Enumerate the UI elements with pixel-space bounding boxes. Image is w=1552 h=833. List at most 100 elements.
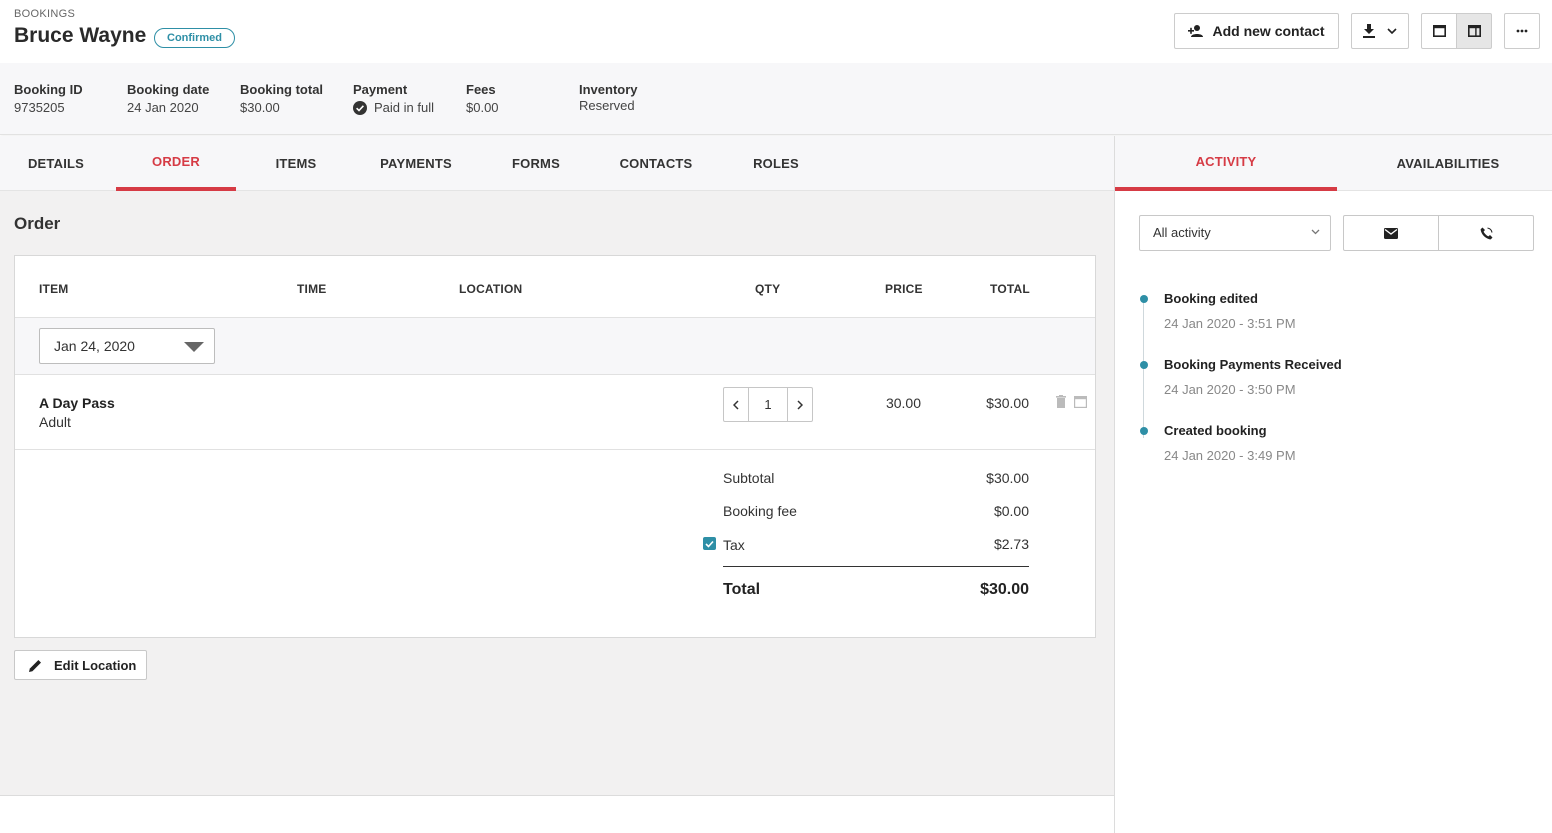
- column-header-time: TIME: [297, 282, 327, 296]
- phone-button[interactable]: [1438, 215, 1534, 251]
- qty-decrease-button[interactable]: [724, 388, 748, 421]
- grand-total-label: Total: [723, 581, 761, 598]
- quantity-stepper: 1: [723, 387, 813, 422]
- ellipsis-icon: [1516, 29, 1528, 33]
- page-title: Bruce Wayne: [14, 24, 147, 47]
- download-menu-button[interactable]: [1351, 13, 1409, 49]
- column-header-item: ITEM: [39, 282, 69, 296]
- booking-summary: Booking ID 9735205 Booking date 24 Jan 2…: [0, 63, 1552, 135]
- booking-fee-value: $0.00: [993, 503, 1029, 519]
- item-price: 30.00: [885, 395, 921, 411]
- tab-order[interactable]: ORDER: [116, 136, 236, 191]
- summary-booking-id: Booking ID 9735205: [14, 82, 83, 115]
- add-new-contact-button[interactable]: Add new contact: [1174, 13, 1339, 49]
- check-circle-icon: [353, 100, 367, 115]
- qty-increase-button[interactable]: [788, 388, 812, 421]
- payment-status-text: Paid in full: [374, 100, 434, 115]
- summary-label: Payment: [353, 82, 408, 97]
- tab-contacts[interactable]: CONTACTS: [596, 136, 716, 191]
- date-filter-value: Jan 24, 2020: [54, 338, 135, 354]
- panel-footer: [0, 795, 1114, 833]
- summary-label: Fees: [466, 82, 496, 97]
- summary-label: Booking total: [240, 82, 324, 97]
- split-view-button[interactable]: [1456, 13, 1492, 49]
- item-total: $30.00: [986, 395, 1029, 411]
- activity-event-time: 24 Jan 2020 - 3:50 PM: [1164, 382, 1296, 397]
- summary-value: Paid in full: [353, 100, 434, 115]
- breadcrumb[interactable]: BOOKINGS: [14, 8, 75, 20]
- chevron-right-icon: [797, 399, 803, 410]
- totals-divider: [723, 566, 1029, 567]
- pencil-icon: [29, 659, 41, 672]
- calendar-icon[interactable]: [1074, 395, 1088, 413]
- order-section-title: Order: [14, 214, 61, 233]
- summary-payment: Payment Paid in full: [353, 82, 434, 115]
- activity-filter-select[interactable]: All activity: [1139, 215, 1331, 251]
- timeline-dot: [1140, 427, 1148, 435]
- order-table: ITEM TIME LOCATION QTY PRICE TOTAL Jan 2…: [14, 255, 1096, 638]
- booking-fee-label: Booking fee: [723, 503, 797, 519]
- email-button[interactable]: [1343, 215, 1439, 251]
- tab-items[interactable]: ITEMS: [236, 136, 356, 191]
- summary-value: $0.00: [466, 100, 499, 115]
- timeline-dot: [1140, 295, 1148, 303]
- summary-booking-date: Booking date 24 Jan 2020: [127, 82, 209, 115]
- chevron-down-icon: [1387, 28, 1397, 34]
- activity-event-time: 24 Jan 2020 - 3:49 PM: [1164, 448, 1296, 463]
- summary-label: Inventory: [579, 82, 638, 97]
- tab-forms[interactable]: FORMS: [476, 136, 596, 191]
- chevron-left-icon: [733, 399, 739, 410]
- tab-details[interactable]: DETAILS: [0, 136, 116, 191]
- split-window-icon: [1467, 25, 1481, 37]
- phone-icon: [1480, 226, 1493, 239]
- single-view-button[interactable]: [1421, 13, 1457, 49]
- timeline-dot: [1140, 361, 1148, 369]
- tab-roles[interactable]: ROLES: [716, 136, 836, 191]
- grand-total-value: $30.00: [980, 581, 1029, 598]
- booking-main-panel: DETAILS ORDER ITEMS PAYMENTS FORMS CONTA…: [0, 136, 1114, 833]
- page-header: BOOKINGS Bruce Wayne Confirmed Add new c…: [0, 0, 1552, 63]
- summary-label: Booking date: [127, 82, 210, 97]
- trash-icon[interactable]: [1056, 395, 1066, 413]
- qty-value[interactable]: 1: [748, 388, 788, 421]
- tax-checkbox[interactable]: [703, 537, 716, 550]
- tab-activity[interactable]: ACTIVITY: [1115, 136, 1337, 191]
- date-filter-select[interactable]: Jan 24, 2020: [39, 328, 215, 364]
- add-person-icon: [1188, 25, 1204, 37]
- column-header-location: LOCATION: [459, 282, 523, 296]
- status-badge: Confirmed: [154, 28, 235, 48]
- column-header-qty: QTY: [755, 282, 781, 296]
- tax-value: $2.73: [993, 536, 1029, 552]
- summary-value: 9735205: [14, 100, 65, 115]
- edit-location-label: Edit Location: [54, 657, 137, 673]
- activity-tabs: ACTIVITY AVAILABILITIES: [1115, 136, 1552, 191]
- summary-label: Booking ID: [14, 82, 83, 97]
- add-new-contact-label: Add new contact: [1212, 23, 1325, 39]
- checkmark-icon: [705, 540, 714, 548]
- activity-event-title: Created booking: [1164, 423, 1267, 438]
- chevron-down-icon: [1311, 229, 1320, 235]
- more-options-button[interactable]: [1504, 13, 1540, 49]
- summary-inventory: Inventory Reserved: [579, 82, 638, 113]
- edit-location-button[interactable]: Edit Location: [14, 650, 147, 680]
- item-variant: Adult: [39, 414, 71, 430]
- column-header-total: TOTAL: [990, 282, 1030, 296]
- activity-event-title: Booking edited: [1164, 291, 1258, 306]
- subtotal-label: Subtotal: [723, 470, 775, 486]
- date-filter-row: Jan 24, 2020: [15, 317, 1095, 375]
- item-name: A Day Pass: [39, 395, 115, 411]
- activity-filter-value: All activity: [1153, 225, 1211, 240]
- download-icon: [1363, 24, 1375, 38]
- summary-booking-total: Booking total $30.00: [240, 82, 323, 115]
- tax-label: Tax: [723, 537, 745, 553]
- summary-value: $30.00: [240, 100, 280, 115]
- tab-payments[interactable]: PAYMENTS: [356, 136, 476, 191]
- activity-event-title: Booking Payments Received: [1164, 357, 1342, 372]
- activity-panel: ACTIVITY AVAILABILITIES All activity Boo…: [1114, 136, 1552, 833]
- tab-availabilities[interactable]: AVAILABILITIES: [1337, 136, 1552, 191]
- summary-value: 24 Jan 2020: [127, 100, 199, 115]
- envelope-icon: [1384, 227, 1398, 239]
- summary-value: Reserved: [579, 98, 635, 113]
- window-icon: [1432, 25, 1446, 37]
- activity-event-time: 24 Jan 2020 - 3:51 PM: [1164, 316, 1296, 331]
